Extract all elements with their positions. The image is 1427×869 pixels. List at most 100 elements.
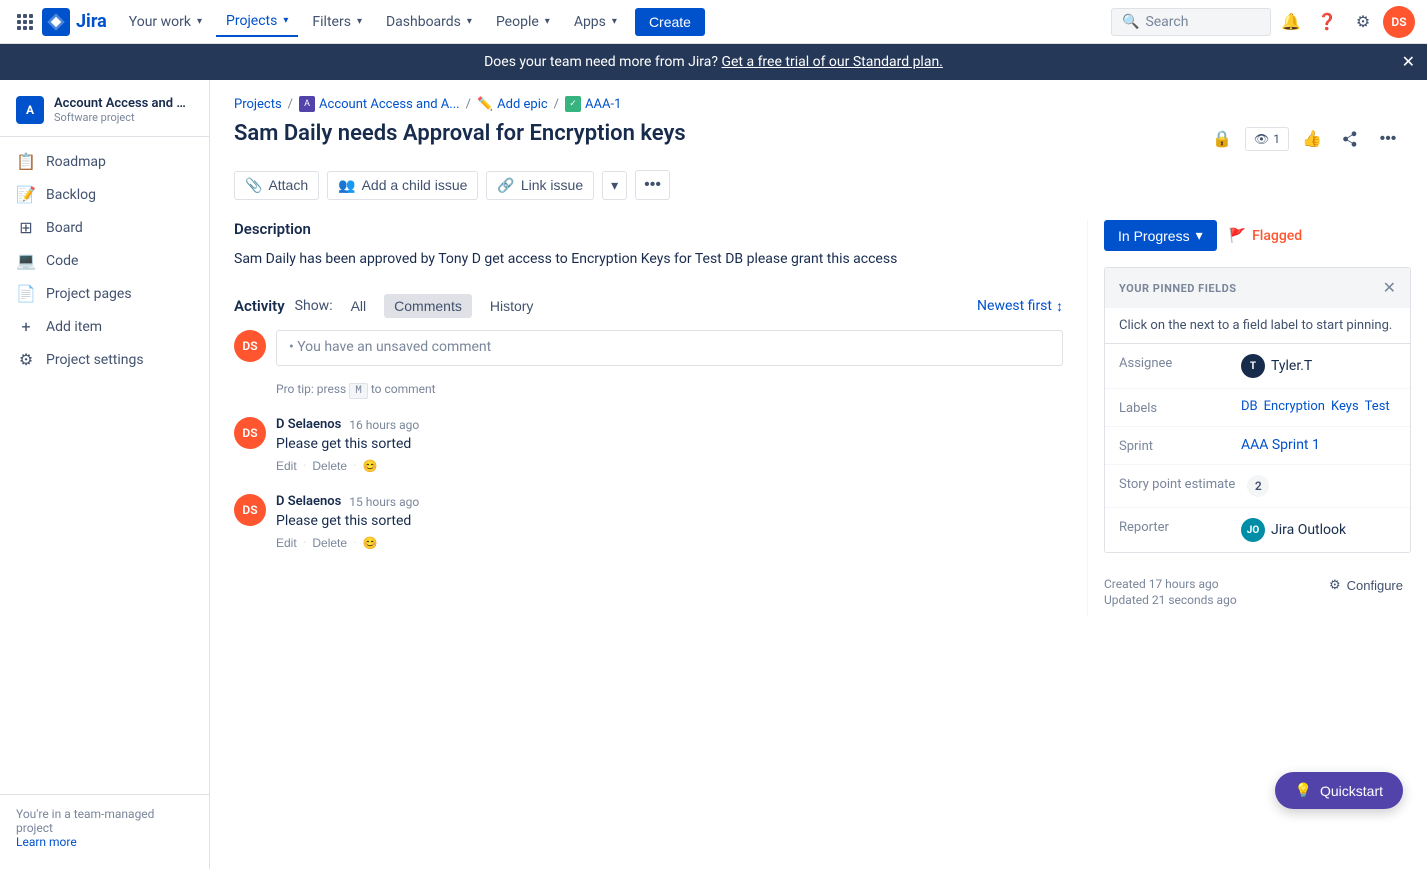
comment-actions-1: Edit · Delete · 😊 bbox=[276, 535, 1063, 551]
nav-filters[interactable]: Filters ▾ bbox=[302, 8, 372, 36]
banner-link[interactable]: Get a free trial of our Standard plan. bbox=[721, 54, 942, 70]
activity-heading: Activity bbox=[234, 297, 285, 315]
more-actions-dropdown[interactable]: ▾ bbox=[602, 171, 627, 200]
comment-input-row: DS • You have an unsaved comment bbox=[234, 330, 1063, 366]
help-button[interactable]: ❓ bbox=[1311, 6, 1343, 38]
chevron-down-icon: ▾ bbox=[1196, 227, 1203, 244]
tab-all[interactable]: All bbox=[341, 294, 377, 318]
issue-sidebar: In Progress ▾ 🚩 Flagged YOUR PINNED FIEL… bbox=[1087, 220, 1427, 617]
sidebar-item-roadmap[interactable]: 📋 Roadmap bbox=[0, 145, 209, 178]
breadcrumb-epic-link[interactable]: Add epic bbox=[497, 97, 548, 112]
nav-dashboards[interactable]: Dashboards ▾ bbox=[376, 8, 482, 36]
link-issue-button[interactable]: 🔗 Link issue bbox=[486, 171, 594, 200]
chevron-down-icon: ▾ bbox=[467, 16, 472, 27]
chevron-down-icon: ▾ bbox=[545, 16, 550, 27]
jira-logo[interactable]: Jira bbox=[42, 8, 107, 36]
comment-body-0: D Selaenos 16 hours ago Please get this … bbox=[276, 417, 1063, 474]
project-icon: A bbox=[16, 96, 44, 124]
add-icon: + bbox=[16, 317, 36, 336]
issue-header: Sam Daily needs Approval for Encryption … bbox=[210, 120, 1427, 170]
sidebar-item-code[interactable]: 💻 Code bbox=[0, 244, 209, 277]
reporter-avatar: JO bbox=[1241, 518, 1265, 542]
label-encryption[interactable]: Encryption bbox=[1264, 399, 1325, 414]
reporter-field: Reporter JO Jira Outlook bbox=[1105, 508, 1410, 552]
configure-row: ⚙ Configure bbox=[1321, 569, 1411, 601]
description-heading: Description bbox=[234, 220, 1063, 238]
sidebar-item-add-item[interactable]: + Add item bbox=[0, 310, 209, 343]
link-icon: 🔗 bbox=[497, 177, 514, 194]
edit-comment-0[interactable]: Edit bbox=[276, 459, 297, 473]
sidebar-item-project-settings[interactable]: ⚙ Project settings bbox=[0, 343, 209, 376]
created-timestamp: Created 17 hours ago bbox=[1104, 577, 1237, 591]
quickstart-button[interactable]: 💡 Quickstart bbox=[1275, 772, 1403, 809]
label-db[interactable]: DB bbox=[1241, 399, 1258, 414]
project-name: Account Access and Ap... bbox=[54, 96, 193, 111]
breadcrumb-projects[interactable]: Projects bbox=[234, 97, 282, 112]
delete-comment-0[interactable]: Delete bbox=[312, 459, 347, 473]
content-area: Description Sam Daily has been approved … bbox=[210, 220, 1427, 617]
sidebar-project: A Account Access and Ap... Software proj… bbox=[0, 88, 209, 137]
comment-input[interactable]: • You have an unsaved comment bbox=[276, 330, 1063, 366]
search-icon: 🔍 bbox=[1122, 14, 1139, 30]
project-type: Software project bbox=[54, 111, 193, 124]
settings-button[interactable]: ⚙ bbox=[1347, 6, 1379, 38]
logo-text: Jira bbox=[76, 11, 107, 32]
create-button[interactable]: Create bbox=[635, 8, 705, 36]
assignee-value[interactable]: T Tyler.T bbox=[1241, 354, 1312, 378]
nav-people[interactable]: People ▾ bbox=[486, 8, 560, 36]
assignee-field: Assignee T Tyler.T bbox=[1105, 344, 1410, 389]
pinned-fields-close-button[interactable]: ✕ bbox=[1383, 278, 1396, 298]
labels-field: Labels DB Encryption Keys Test bbox=[1105, 389, 1410, 427]
top-navigation: Jira Your work ▾ Projects ▾ Filters ▾ Da… bbox=[0, 0, 1427, 44]
search-input[interactable]: 🔍 Search bbox=[1111, 8, 1271, 36]
share-button[interactable] bbox=[1335, 124, 1365, 154]
label-keys[interactable]: Keys bbox=[1331, 399, 1359, 414]
sidebar-item-backlog[interactable]: 📝 Backlog bbox=[0, 178, 209, 211]
configure-button[interactable]: ⚙ Configure bbox=[1321, 573, 1411, 597]
paperclip-icon: 📎 bbox=[245, 177, 262, 194]
notifications-button[interactable]: 🔔 bbox=[1275, 6, 1307, 38]
comment-actions-0: Edit · Delete · 😊 bbox=[276, 458, 1063, 474]
code-icon: 💻 bbox=[16, 251, 36, 270]
issue-body: Description Sam Daily has been approved … bbox=[210, 220, 1087, 617]
sprint-link[interactable]: AAA Sprint 1 bbox=[1241, 437, 1320, 453]
issue-title: Sam Daily needs Approval for Encryption … bbox=[234, 120, 1207, 149]
delete-comment-1[interactable]: Delete bbox=[312, 536, 347, 550]
react-comment-0[interactable]: 😊 bbox=[363, 459, 378, 473]
tab-comments[interactable]: Comments bbox=[384, 294, 472, 318]
attach-button[interactable]: 📎 Attach bbox=[234, 171, 319, 200]
banner-close-button[interactable]: ✕ bbox=[1402, 52, 1415, 72]
label-test[interactable]: Test bbox=[1365, 399, 1390, 414]
react-comment-1[interactable]: 😊 bbox=[363, 536, 378, 550]
commenter-avatar-1: DS bbox=[234, 494, 266, 526]
extra-options-button[interactable]: ••• bbox=[635, 170, 670, 200]
story-points-value[interactable]: 2 bbox=[1247, 475, 1269, 497]
status-row: In Progress ▾ 🚩 Flagged bbox=[1104, 220, 1411, 251]
chevron-down-icon: ▾ bbox=[197, 16, 202, 27]
comment-time-1: 15 hours ago bbox=[349, 495, 419, 509]
chevron-down-icon: ▾ bbox=[283, 15, 288, 26]
nav-your-work[interactable]: Your work ▾ bbox=[119, 8, 212, 36]
more-options-button[interactable]: ••• bbox=[1373, 124, 1403, 154]
learn-more-link[interactable]: Learn more bbox=[16, 835, 77, 849]
status-button[interactable]: In Progress ▾ bbox=[1104, 220, 1217, 251]
sidebar-item-project-pages[interactable]: 📄 Project pages bbox=[0, 277, 209, 310]
current-user-avatar: DS bbox=[234, 330, 266, 362]
breadcrumb-epic: ✏️ Add epic bbox=[477, 97, 548, 112]
sort-button[interactable]: Newest first ↕ bbox=[977, 298, 1063, 315]
nav-apps[interactable]: Apps ▾ bbox=[564, 8, 627, 36]
breadcrumb-project-link[interactable]: Account Access and A... bbox=[319, 97, 460, 112]
sidebar-item-board[interactable]: ⊞ Board bbox=[0, 211, 209, 244]
breadcrumb-issue-link[interactable]: AAA-1 bbox=[585, 97, 621, 112]
tab-history[interactable]: History bbox=[480, 294, 544, 318]
user-avatar[interactable]: DS bbox=[1383, 6, 1415, 38]
edit-comment-1[interactable]: Edit bbox=[276, 536, 297, 550]
nav-projects[interactable]: Projects ▾ bbox=[216, 7, 298, 37]
add-child-issue-button[interactable]: 👥 Add a child issue bbox=[327, 171, 478, 200]
watch-button[interactable]: 👁 1 bbox=[1245, 127, 1289, 151]
app-switcher[interactable] bbox=[12, 9, 38, 35]
lock-button[interactable]: 🔒 bbox=[1207, 124, 1237, 154]
reporter-value[interactable]: JO Jira Outlook bbox=[1241, 518, 1346, 542]
thumbsup-button[interactable]: 👍 bbox=[1297, 124, 1327, 154]
pinned-fields-title: YOUR PINNED FIELDS bbox=[1119, 282, 1237, 295]
